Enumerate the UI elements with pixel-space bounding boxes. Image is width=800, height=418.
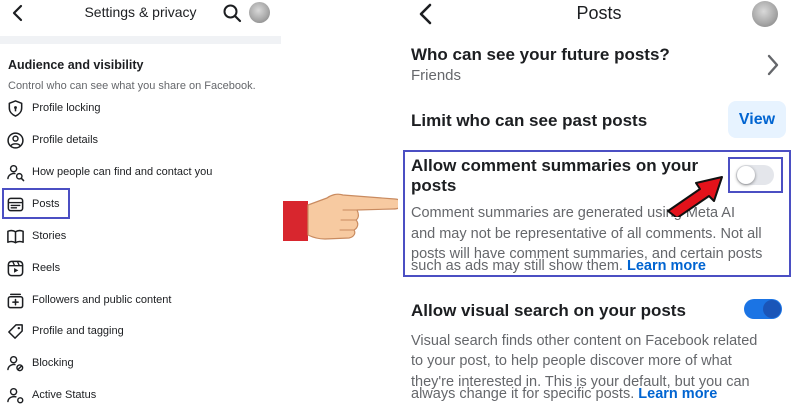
- menu-item-label: Stories: [32, 230, 67, 242]
- chevron-right-icon[interactable]: [764, 52, 782, 78]
- menu-item-find-contact[interactable]: How people can find and contact you: [0, 159, 281, 187]
- tag-icon: [8, 324, 23, 339]
- user-circle-icon: [7, 132, 24, 149]
- sleeve-cuff: [283, 201, 308, 241]
- pointing-hand-icon: [283, 193, 403, 241]
- menu-item-label: How people can find and contact you: [32, 166, 213, 178]
- user-active-icon: [7, 387, 24, 404]
- posts-highlight-box: [2, 188, 70, 219]
- user-block-icon: [7, 355, 24, 372]
- visual-search-title: Allow visual search on your posts: [411, 301, 686, 320]
- settings-privacy-panel: Settings & privacy Audience and visibili…: [0, 0, 281, 418]
- settings-header: Settings & privacy: [0, 0, 281, 28]
- menu-item-stories[interactable]: Stories: [0, 223, 281, 251]
- menu-item-label: Reels: [32, 262, 61, 274]
- section-description: Control who can see what you share on Fa…: [8, 80, 256, 92]
- user-search-icon: [7, 164, 25, 182]
- future-posts-value: Friends: [411, 67, 462, 84]
- shield-lock-icon: [8, 100, 23, 117]
- menu-item-blocking[interactable]: Blocking: [0, 350, 281, 378]
- view-button[interactable]: View: [728, 101, 786, 138]
- posts-settings-panel: Posts Who can see your future posts? Fri…: [398, 0, 800, 418]
- menu-item-label: Profile and tagging: [32, 325, 124, 337]
- avatar[interactable]: [752, 1, 778, 27]
- menu-item-label: Blocking: [32, 357, 74, 369]
- add-box-icon: [7, 293, 24, 309]
- section-title: Audience and visibility: [8, 58, 144, 72]
- menu-item-active-status[interactable]: Active Status: [0, 382, 281, 410]
- visual-search-desc-line2: to your post, to help people discover mo…: [411, 353, 732, 369]
- search-icon[interactable]: [222, 3, 242, 23]
- page-title: Posts: [576, 3, 622, 23]
- menu-item-label: Profile locking: [32, 102, 101, 114]
- menu-item-label: Followers and public content: [32, 294, 172, 306]
- section-divider: [0, 36, 281, 44]
- menu-item-followers[interactable]: Followers and public content: [0, 287, 281, 315]
- limit-past-posts-title: Limit who can see past posts: [411, 111, 648, 130]
- future-posts-title[interactable]: Who can see your future posts?: [411, 44, 670, 65]
- reels-play-icon: [7, 260, 24, 277]
- visual-search-desc-line4-row: always change it for specific posts. Lea…: [411, 384, 783, 405]
- menu-item-profile-locking[interactable]: Profile locking: [0, 95, 281, 123]
- learn-more-link[interactable]: Learn more: [638, 386, 717, 402]
- menu-item-label: Profile details: [32, 134, 99, 146]
- comment-summaries-toggle[interactable]: [736, 165, 774, 185]
- visual-search-desc-line1: Visual search finds other content on Fac…: [411, 333, 758, 349]
- menu-item-profile-details[interactable]: Profile details: [0, 127, 281, 155]
- visual-search-toggle[interactable]: [744, 299, 782, 319]
- menu-item-reels[interactable]: Reels: [0, 255, 281, 283]
- menu-item-label: Active Status: [32, 389, 97, 401]
- toggle-knob: [763, 300, 781, 318]
- visual-search-desc-line4: always change it for specific posts.: [411, 386, 635, 402]
- red-arrow-icon: [667, 176, 723, 217]
- book-open-icon: [7, 229, 24, 244]
- menu-item-profile-tagging[interactable]: Profile and tagging: [0, 318, 281, 346]
- avatar[interactable]: [249, 2, 270, 23]
